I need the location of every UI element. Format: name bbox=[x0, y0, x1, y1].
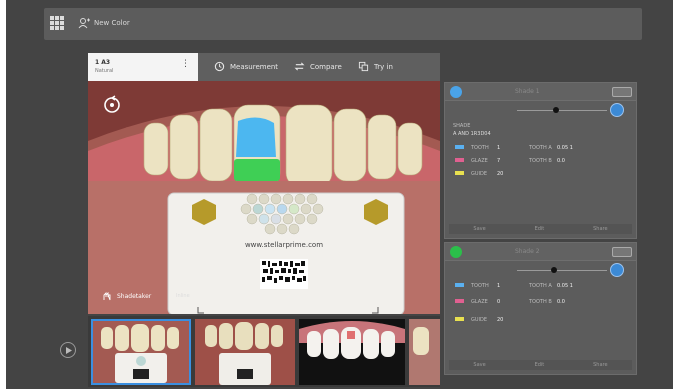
edit-button[interactable]: Edit bbox=[535, 362, 545, 368]
blue-swatch bbox=[455, 145, 464, 149]
measurement-card-1: Shade 1 SHADE A AND 1R3D04 TOOTH 1 TOOTH… bbox=[444, 82, 637, 239]
overlay-mode: Inline bbox=[176, 293, 190, 299]
more-vertical-icon[interactable]: ⋮ bbox=[181, 60, 190, 69]
edit-button[interactable]: Edit bbox=[535, 226, 545, 232]
grid-menu-icon[interactable] bbox=[50, 16, 64, 30]
blue-swatch bbox=[455, 283, 464, 287]
card-title: Shade 2 bbox=[515, 248, 540, 255]
info-button[interactable] bbox=[610, 263, 624, 277]
shade-field-value: A AND 1R3D04 bbox=[453, 131, 491, 137]
tab-measurement-label: Measurement bbox=[230, 62, 279, 71]
image-panel: 1 A3 Natural ⋮ Measurement Compare Try i… bbox=[88, 53, 440, 314]
measurement-icon bbox=[214, 61, 225, 72]
opacity-slider-track[interactable] bbox=[517, 110, 607, 111]
field-value: 0.05 1 bbox=[557, 145, 573, 151]
tab-try-in-label: Try in bbox=[374, 62, 393, 71]
field-label: GLAZE bbox=[471, 158, 488, 164]
field-label: TOOTH bbox=[471, 145, 489, 151]
tab-try-in[interactable]: Try in bbox=[358, 61, 393, 72]
app-screen: New Color 1 A3 Natural ⋮ Measurement Com… bbox=[6, 0, 673, 389]
card-header: Shade 1 bbox=[445, 83, 636, 101]
field-value: 7 bbox=[497, 158, 501, 164]
opacity-slider-knob[interactable] bbox=[553, 107, 559, 113]
save-button[interactable]: Save bbox=[473, 362, 485, 368]
card-action-bar: Save Edit Share bbox=[449, 360, 632, 370]
field-value: 0.05 1 bbox=[557, 283, 573, 289]
yellow-swatch bbox=[455, 317, 464, 321]
shade-field-label: SHADE bbox=[453, 123, 471, 129]
shade-name: 1 A3 bbox=[95, 59, 111, 66]
field-label: TOOTH B bbox=[529, 158, 552, 164]
field-label: GUIDE bbox=[471, 171, 488, 177]
teeth-photo[interactable]: www.stellarprime.com bbox=[88, 81, 440, 314]
field-label: TOOTH A bbox=[529, 283, 552, 289]
top-toolbar: New Color bbox=[44, 8, 642, 40]
card-options-button[interactable] bbox=[612, 247, 632, 257]
hand-icon bbox=[103, 291, 111, 301]
pink-swatch bbox=[455, 158, 464, 162]
photo-thumbnail[interactable] bbox=[409, 319, 440, 385]
opacity-slider-knob[interactable] bbox=[551, 267, 557, 273]
opacity-slider-track[interactable] bbox=[517, 270, 607, 271]
field-value: 20 bbox=[497, 317, 504, 323]
tab-measurement[interactable]: Measurement bbox=[214, 61, 278, 72]
field-value: 20 bbox=[497, 171, 504, 177]
rotate-icon[interactable] bbox=[102, 95, 122, 115]
share-button[interactable]: Share bbox=[593, 362, 607, 368]
card-title: Shade 1 bbox=[515, 88, 540, 95]
measurement-card-2: Shade 2 TOOTH 1 TOOTH A 0.05 1 GLAZE 0 T… bbox=[444, 242, 637, 375]
play-icon[interactable] bbox=[60, 342, 76, 358]
tab-compare[interactable]: Compare bbox=[294, 61, 342, 72]
photo-thumbnail[interactable] bbox=[195, 319, 295, 385]
field-label: TOOTH A bbox=[529, 145, 552, 151]
info-button[interactable] bbox=[610, 103, 624, 117]
opacity-slider-row bbox=[445, 101, 636, 119]
guide-url: www.stellarprime.com bbox=[245, 241, 323, 249]
shade-marker-icon bbox=[450, 246, 462, 258]
shade-marker-icon bbox=[450, 86, 462, 98]
yellow-swatch bbox=[455, 171, 464, 175]
new-color-label: New Color bbox=[94, 19, 130, 27]
card-options-button[interactable] bbox=[612, 87, 632, 97]
compare-icon bbox=[294, 62, 305, 71]
data-row: TOOTH 1 TOOTH A 0.05 1 bbox=[445, 141, 636, 154]
field-value: 1 bbox=[497, 283, 501, 289]
field-label: GLAZE bbox=[471, 299, 488, 305]
data-row: GLAZE 7 TOOTH B 0.0 bbox=[445, 154, 636, 167]
panel-tab-bar: 1 A3 Natural ⋮ Measurement Compare Try i… bbox=[88, 53, 440, 81]
data-row: GUIDE 20 bbox=[445, 313, 636, 331]
field-value: 0.0 bbox=[557, 299, 565, 305]
share-button[interactable]: Share bbox=[593, 226, 607, 232]
new-color-button[interactable]: New Color bbox=[78, 17, 130, 29]
field-value: 0 bbox=[497, 299, 501, 305]
person-add-icon bbox=[78, 18, 90, 29]
field-label: TOOTH B bbox=[529, 299, 552, 305]
tab-compare-label: Compare bbox=[310, 62, 342, 71]
shade-subtitle: Natural bbox=[95, 68, 114, 74]
photo-thumbnail[interactable] bbox=[91, 319, 191, 385]
shade-card[interactable]: 1 A3 Natural ⋮ bbox=[88, 53, 198, 81]
copy-icon bbox=[358, 61, 369, 72]
pink-swatch bbox=[455, 299, 464, 303]
data-row: GLAZE 0 TOOTH B 0.0 bbox=[445, 295, 636, 313]
shade-row: SHADE A AND 1R3D04 bbox=[445, 119, 636, 141]
data-row: TOOTH 1 TOOTH A 0.05 1 bbox=[445, 279, 636, 295]
opacity-slider-row bbox=[445, 261, 636, 279]
field-label: TOOTH bbox=[471, 283, 489, 289]
card-header: Shade 2 bbox=[445, 243, 636, 261]
shadetaker-toggle[interactable]: Shadetaker bbox=[102, 291, 151, 301]
field-value: 1 bbox=[497, 145, 501, 151]
photo-thumbnail[interactable] bbox=[299, 319, 405, 385]
photo-filmstrip bbox=[88, 316, 440, 387]
field-label: GUIDE bbox=[471, 317, 488, 323]
shadetaker-label: Shadetaker bbox=[117, 292, 152, 300]
save-button[interactable]: Save bbox=[473, 226, 485, 232]
field-value: 0.0 bbox=[557, 158, 565, 164]
card-action-bar: Save Edit Share bbox=[449, 224, 632, 234]
data-row: GUIDE 20 bbox=[445, 167, 636, 185]
